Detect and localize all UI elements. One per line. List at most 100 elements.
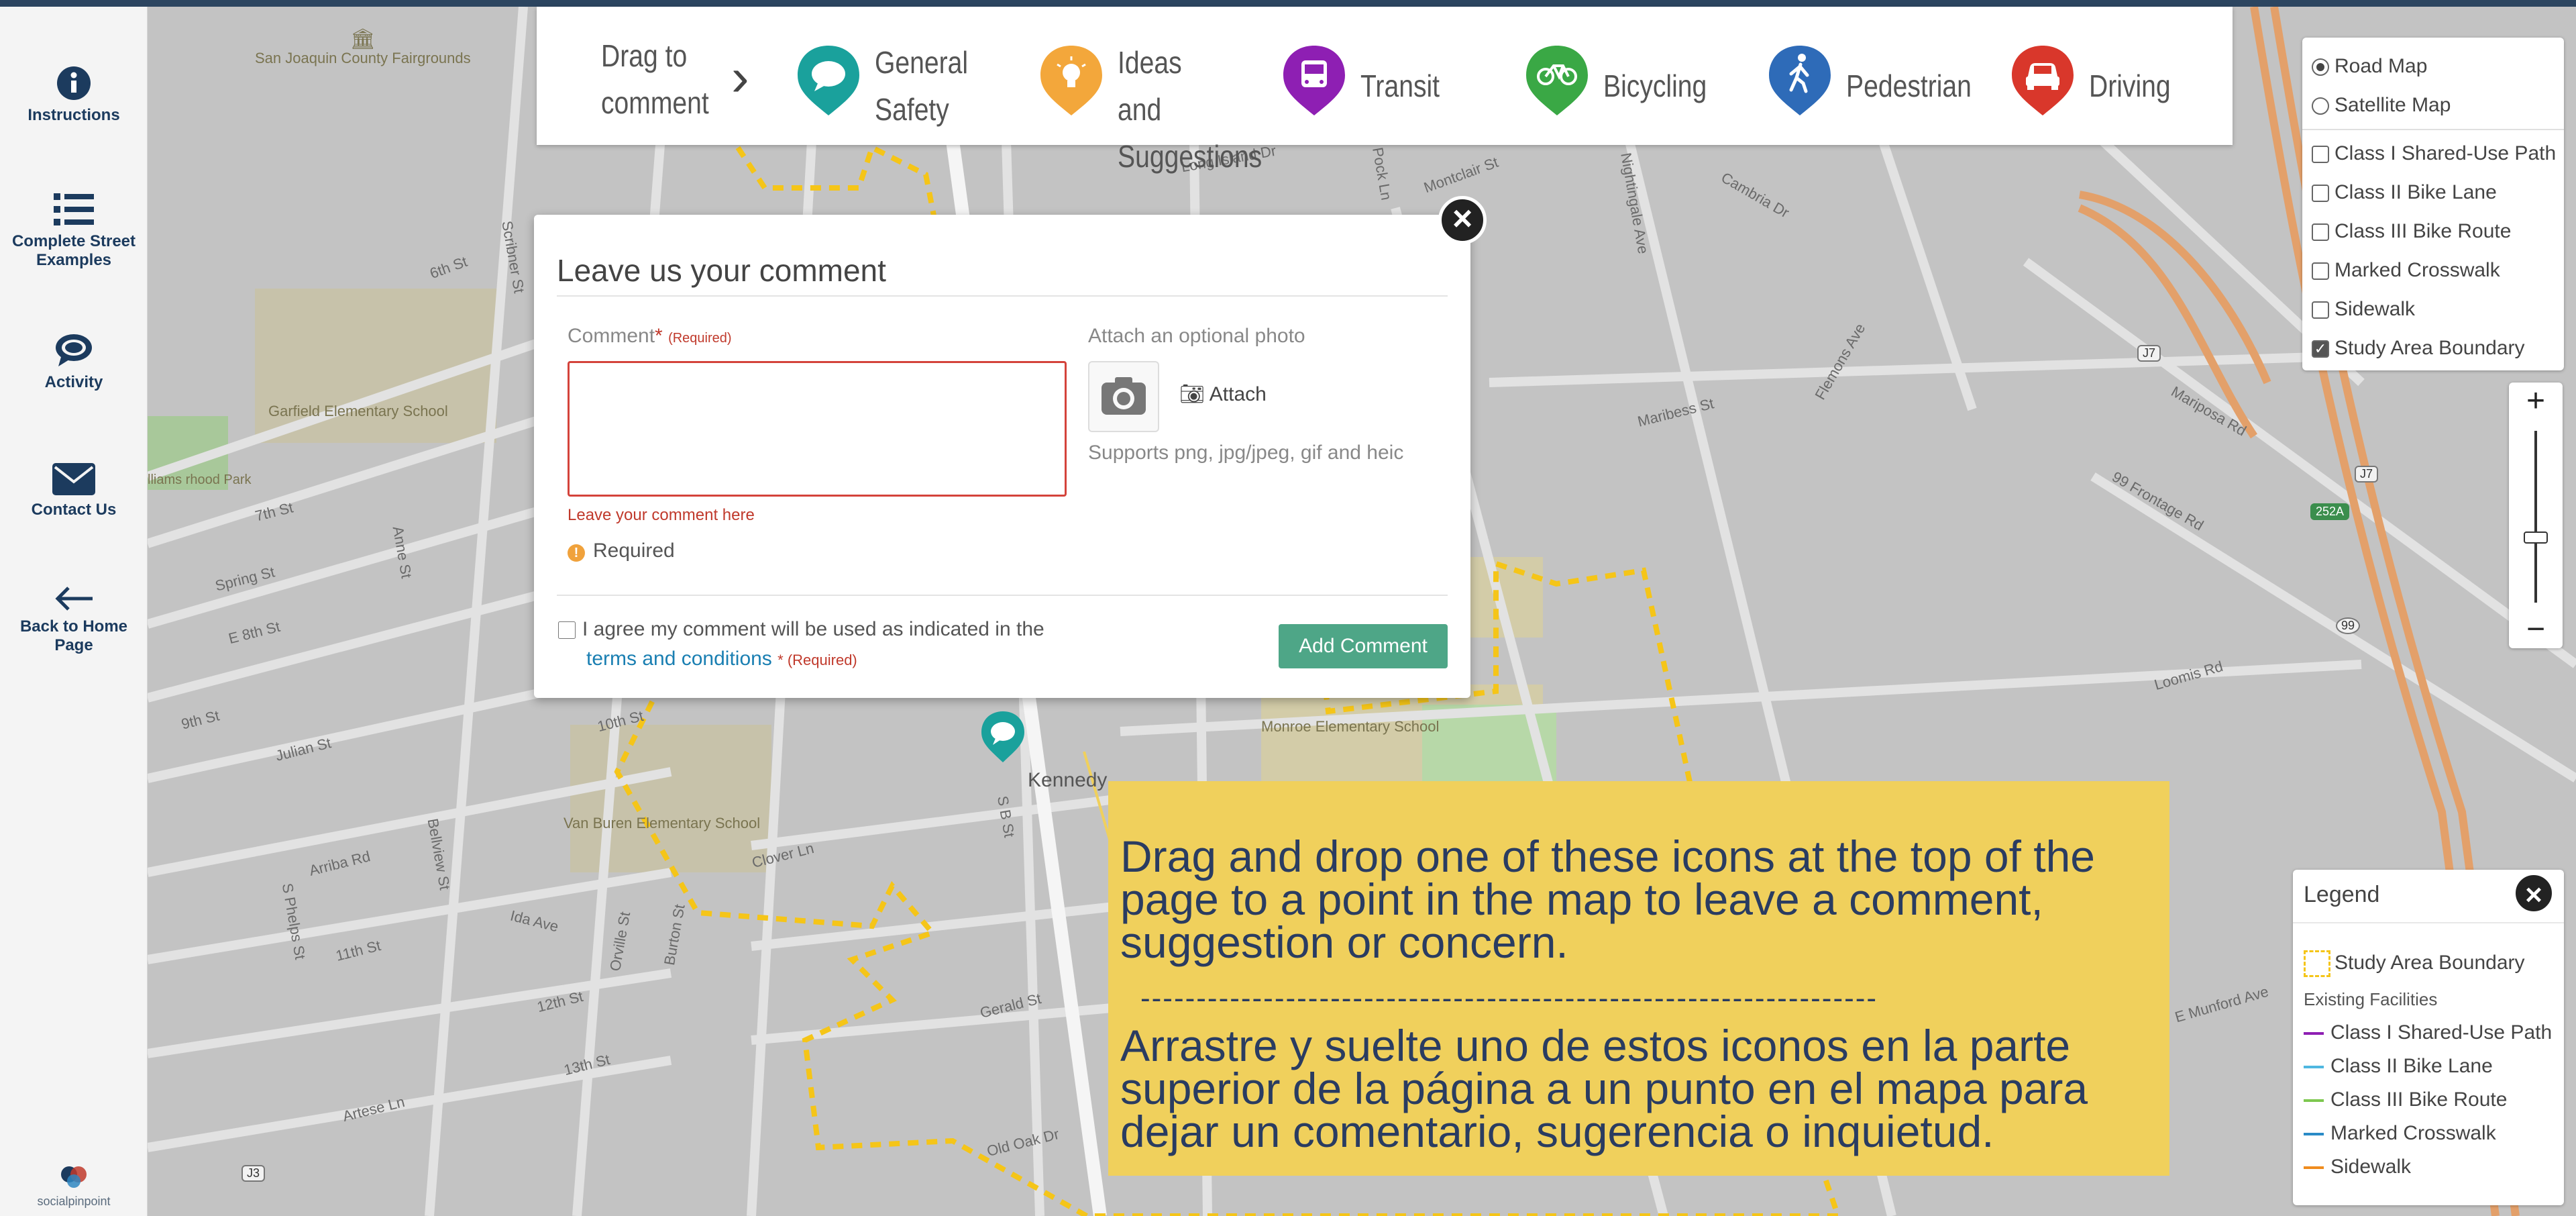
checkbox[interactable] (2312, 301, 2329, 319)
top-accent-bar (0, 0, 2576, 7)
poi-fairgrounds: 🏛 San Joaquin County Fairgrounds (255, 28, 471, 67)
close-legend-button[interactable]: × (2513, 872, 2555, 914)
legend-subtitle: Existing Facilities (2304, 989, 2438, 1009)
zoom-slider-track[interactable] (2534, 431, 2537, 603)
sidebar-item-activity[interactable]: Activity (0, 333, 148, 392)
sidebar-item-label: Complete Street Examples (11, 232, 136, 269)
poi-park: lliams rhood Park (148, 472, 252, 487)
sidebar-item-label: Instructions (28, 106, 120, 124)
line-swatch (2304, 1066, 2324, 1069)
add-comment-button[interactable]: Add Comment (1279, 624, 1448, 668)
legend-title: Legend (2304, 882, 2380, 907)
drag-to-comment-label: Drag to comment (601, 38, 709, 120)
radio-button[interactable] (2312, 58, 2329, 77)
lightbulb-icon (1040, 46, 1102, 115)
brand-label: socialpinpoint (37, 1195, 111, 1208)
legend-item: Sidewalk (2304, 1156, 2411, 1178)
layer-class-iii-route[interactable]: Class III Bike Route (2302, 212, 2564, 251)
sidebar-item-contact-us[interactable]: Contact Us (0, 463, 148, 519)
poi-garfield-school: Garfield Elementary School (268, 403, 448, 419)
sidebar-item-label: Back to Home Page (19, 617, 128, 654)
road-shield: J3 (241, 1165, 266, 1182)
instructions-spanish: Arrastre y suelte uno de estos iconos en… (1120, 1021, 2088, 1156)
list-icon (54, 193, 94, 225)
dropped-comment-pin-icon[interactable] (979, 710, 1026, 764)
camera-icon (1102, 377, 1146, 415)
pedestrian-icon (1769, 46, 1831, 115)
sidebar-item-label: Activity (44, 373, 103, 391)
layer-class-i-path[interactable]: Class I Shared-Use Path (2302, 134, 2564, 173)
layer-study-area-boundary[interactable]: ✓ Study Area Boundary (2302, 329, 2564, 368)
instructions-overlay: Drag and drop one of these icons at the … (1108, 781, 2169, 1176)
comment-dialog: × Leave us your comment Comment* (Requir… (534, 196, 1487, 698)
instructions-separator: ----------------------------------------… (1140, 982, 1878, 1015)
legend-item: Class III Bike Route (2304, 1088, 2507, 1111)
road-shield: 99 (2336, 617, 2361, 634)
socialpinpoint-logo-icon (61, 1166, 87, 1188)
instructions-english: Drag and drop one of these icons at the … (1120, 831, 2095, 967)
layer-class-ii-lane[interactable]: Class II Bike Lane (2302, 173, 2564, 212)
dialog-title: Leave us your comment (557, 253, 886, 288)
sidebar-item-instructions[interactable]: Instructions (0, 66, 148, 125)
arrow-left-icon (55, 587, 93, 611)
photo-thumbnail[interactable] (1088, 361, 1159, 432)
info-icon (57, 66, 91, 100)
attach-button[interactable]: 📷︎ Attach (1179, 383, 1267, 406)
divider (2302, 129, 2564, 130)
basemap-satellite[interactable]: Satellite Map (2302, 86, 2564, 125)
layer-marked-crosswalk[interactable]: Marked Crosswalk (2302, 251, 2564, 290)
info-icon: ! (568, 544, 585, 562)
terms-link[interactable]: terms and conditions (586, 648, 772, 670)
line-swatch (2304, 1099, 2324, 1103)
agree-checkbox[interactable] (558, 621, 576, 640)
road-shield: J7 (2355, 466, 2379, 483)
envelope-icon (52, 463, 95, 495)
zoom-slider-thumb[interactable] (2524, 531, 2548, 544)
supported-formats: Supports png, jpg/jpeg, gif and heic (1088, 442, 1404, 464)
sidebar-item-back-to-home[interactable]: Back to Home Page (0, 585, 148, 655)
checkbox[interactable] (2312, 146, 2329, 164)
road-shield: J7 (2137, 345, 2161, 362)
comment-textarea[interactable] (568, 361, 1067, 497)
line-swatch (2304, 1166, 2324, 1170)
required-notice: ! Required (568, 540, 675, 562)
sidebar-item-label: Contact Us (31, 501, 117, 519)
category-label: Bicycling (1603, 68, 1707, 103)
poi-monroe-school: Monroe Elementary School (1261, 718, 1440, 735)
chevron-right-icon: › (731, 47, 749, 107)
category-label: Pedestrian (1846, 68, 1972, 103)
category-label: General Safety (875, 45, 969, 127)
basemap-road[interactable]: Road Map (2302, 47, 2564, 86)
bus-icon (1283, 46, 1345, 115)
layer-sidewalk[interactable]: Sidewalk (2302, 290, 2564, 329)
zoom-control: + − (2509, 383, 2563, 648)
close-dialog-button[interactable]: × (1438, 196, 1487, 244)
road-shield: 252A (2310, 503, 2350, 520)
speech-bubble-icon (798, 46, 859, 115)
checkbox[interactable] (2312, 185, 2329, 203)
zoom-out-button[interactable]: − (2509, 611, 2563, 648)
car-icon (2012, 46, 2074, 115)
checkbox[interactable] (2312, 223, 2329, 242)
attach-photo-label: Attach an optional photo (1088, 325, 1305, 347)
radio-button[interactable] (2312, 97, 2329, 115)
sidebar-item-complete-street-examples[interactable]: Complete Street Examples (0, 192, 148, 270)
category-label: Driving (2089, 68, 2171, 103)
checkbox[interactable]: ✓ (2312, 340, 2329, 358)
category-label: Ideas and Suggestions (1118, 45, 1263, 174)
terms-required-note: * (Required) (777, 652, 857, 668)
dashed-square-icon (2304, 950, 2330, 977)
zoom-in-button[interactable]: + (2509, 383, 2563, 420)
divider (2293, 922, 2564, 923)
street-label: Kennedy (1028, 769, 1108, 791)
chat-icon (56, 334, 92, 366)
checkbox[interactable] (2312, 262, 2329, 281)
comment-hint: Leave your comment here (568, 506, 755, 524)
line-swatch (2304, 1032, 2324, 1035)
left-sidebar: Instructions Complete Street Examples Ac… (0, 7, 148, 1216)
bicycle-icon (1526, 46, 1588, 115)
comment-label: Comment* (Required) (568, 325, 732, 347)
terms-agreement: I agree my comment will be used as indic… (558, 615, 1044, 675)
legend-item: Class II Bike Lane (2304, 1055, 2493, 1078)
legend-item-boundary: Study Area Boundary (2304, 950, 2525, 977)
